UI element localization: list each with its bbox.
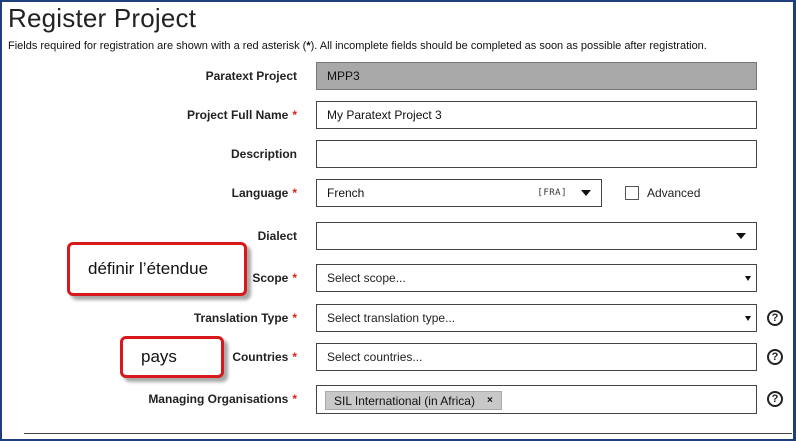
- description-label: Description: [230, 147, 297, 161]
- chevron-down-icon[interactable]: [736, 233, 746, 239]
- required-asterisk: *: [292, 108, 297, 122]
- page-instructions: Fields required for registration are sho…: [8, 40, 707, 52]
- required-asterisk: *: [292, 350, 297, 364]
- language-select[interactable]: French [FRA]: [316, 179, 602, 207]
- full-name-label: Project Full Name *: [186, 108, 297, 122]
- chevron-down-icon[interactable]: [581, 190, 591, 196]
- advanced-checkbox[interactable]: [625, 186, 639, 200]
- close-icon[interactable]: ×: [487, 395, 493, 406]
- full-name-input[interactable]: My Paratext Project 3: [316, 101, 757, 129]
- required-asterisk: *: [292, 311, 297, 325]
- countries-label: Countries *: [232, 350, 297, 364]
- chevron-down-icon[interactable]: [745, 316, 751, 321]
- scope-label: Scope *: [252, 271, 297, 285]
- callout-scope: définir l’étendue: [67, 242, 247, 296]
- dialect-label: Dialect: [257, 229, 297, 243]
- description-input[interactable]: [316, 140, 757, 168]
- advanced-option[interactable]: Advanced: [625, 186, 700, 200]
- callout-countries: pays: [120, 336, 224, 378]
- org-tag: SIL International (in Africa) ×: [325, 391, 502, 410]
- countries-input[interactable]: Select countries...: [316, 343, 757, 371]
- dialect-select[interactable]: [316, 222, 757, 250]
- language-code: [FRA]: [537, 188, 567, 198]
- scope-select[interactable]: Select scope...: [316, 264, 757, 292]
- question-circle-icon[interactable]: ?: [767, 391, 783, 407]
- translation-type-label: Translation Type *: [193, 311, 297, 325]
- advanced-label: Advanced: [647, 186, 701, 200]
- divider: [24, 433, 792, 434]
- language-label: Language *: [231, 186, 297, 200]
- paratext-project-label: Paratext Project: [205, 69, 297, 83]
- chevron-down-icon[interactable]: [745, 276, 751, 281]
- required-asterisk: *: [292, 392, 297, 406]
- required-asterisk: *: [292, 186, 297, 200]
- translation-type-select[interactable]: Select translation type...: [316, 304, 757, 332]
- question-circle-icon[interactable]: ?: [767, 310, 783, 326]
- page-title: Register Project: [8, 3, 197, 33]
- question-circle-icon[interactable]: ?: [767, 349, 783, 365]
- paratext-project-field: MPP3: [316, 62, 757, 90]
- managing-orgs-input[interactable]: SIL International (in Africa) ×: [316, 385, 757, 414]
- managing-orgs-label: Managing Organisations *: [148, 392, 297, 406]
- required-asterisk: *: [292, 271, 297, 285]
